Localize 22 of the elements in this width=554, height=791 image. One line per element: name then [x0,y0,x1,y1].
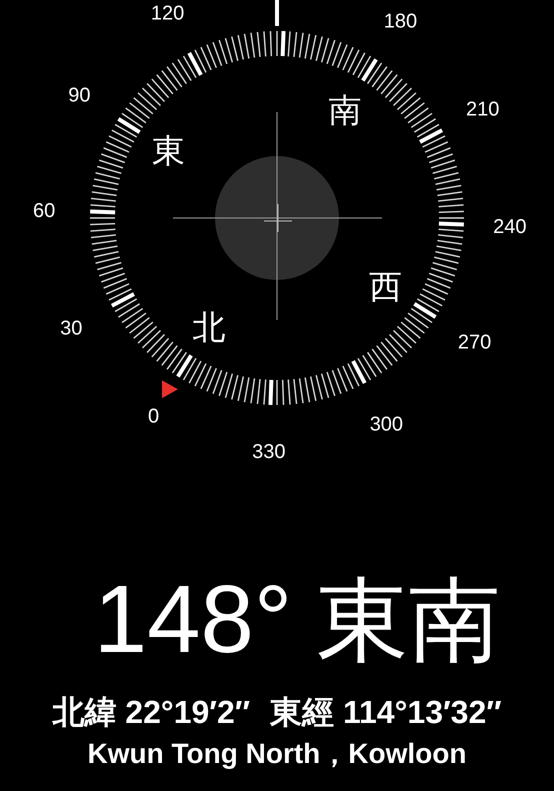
cardinal-label: 北 [192,308,226,347]
latitude-text: 北緯 22°19′2″ [52,696,250,728]
degree-label: 0 [148,406,160,428]
degree-label: 330 [252,440,286,460]
north-pointer-icon [162,380,178,398]
degree-label: 300 [370,414,404,436]
degree-label: 90 [68,84,91,107]
degree-label: 60 [33,200,56,222]
heading-marker [275,0,279,26]
location-text: Kwun Tong North，Kowloon [88,740,466,768]
degree-label: 270 [458,331,492,354]
degree-label: 240 [493,216,527,238]
degree-label: 180 [384,10,418,32]
cardinal-label: 西 [369,266,402,306]
cardinal-label: 東 [152,131,185,170]
degree-label: 210 [466,98,500,121]
degree-label: 120 [150,2,184,24]
heading-direction: 東南 [316,575,500,667]
degree-label: 30 [60,317,82,340]
heading-degrees: 148° [94,572,292,668]
longitude-text: 東經 114°13′32″ [270,696,502,728]
cardinal-label: 南 [328,90,362,130]
